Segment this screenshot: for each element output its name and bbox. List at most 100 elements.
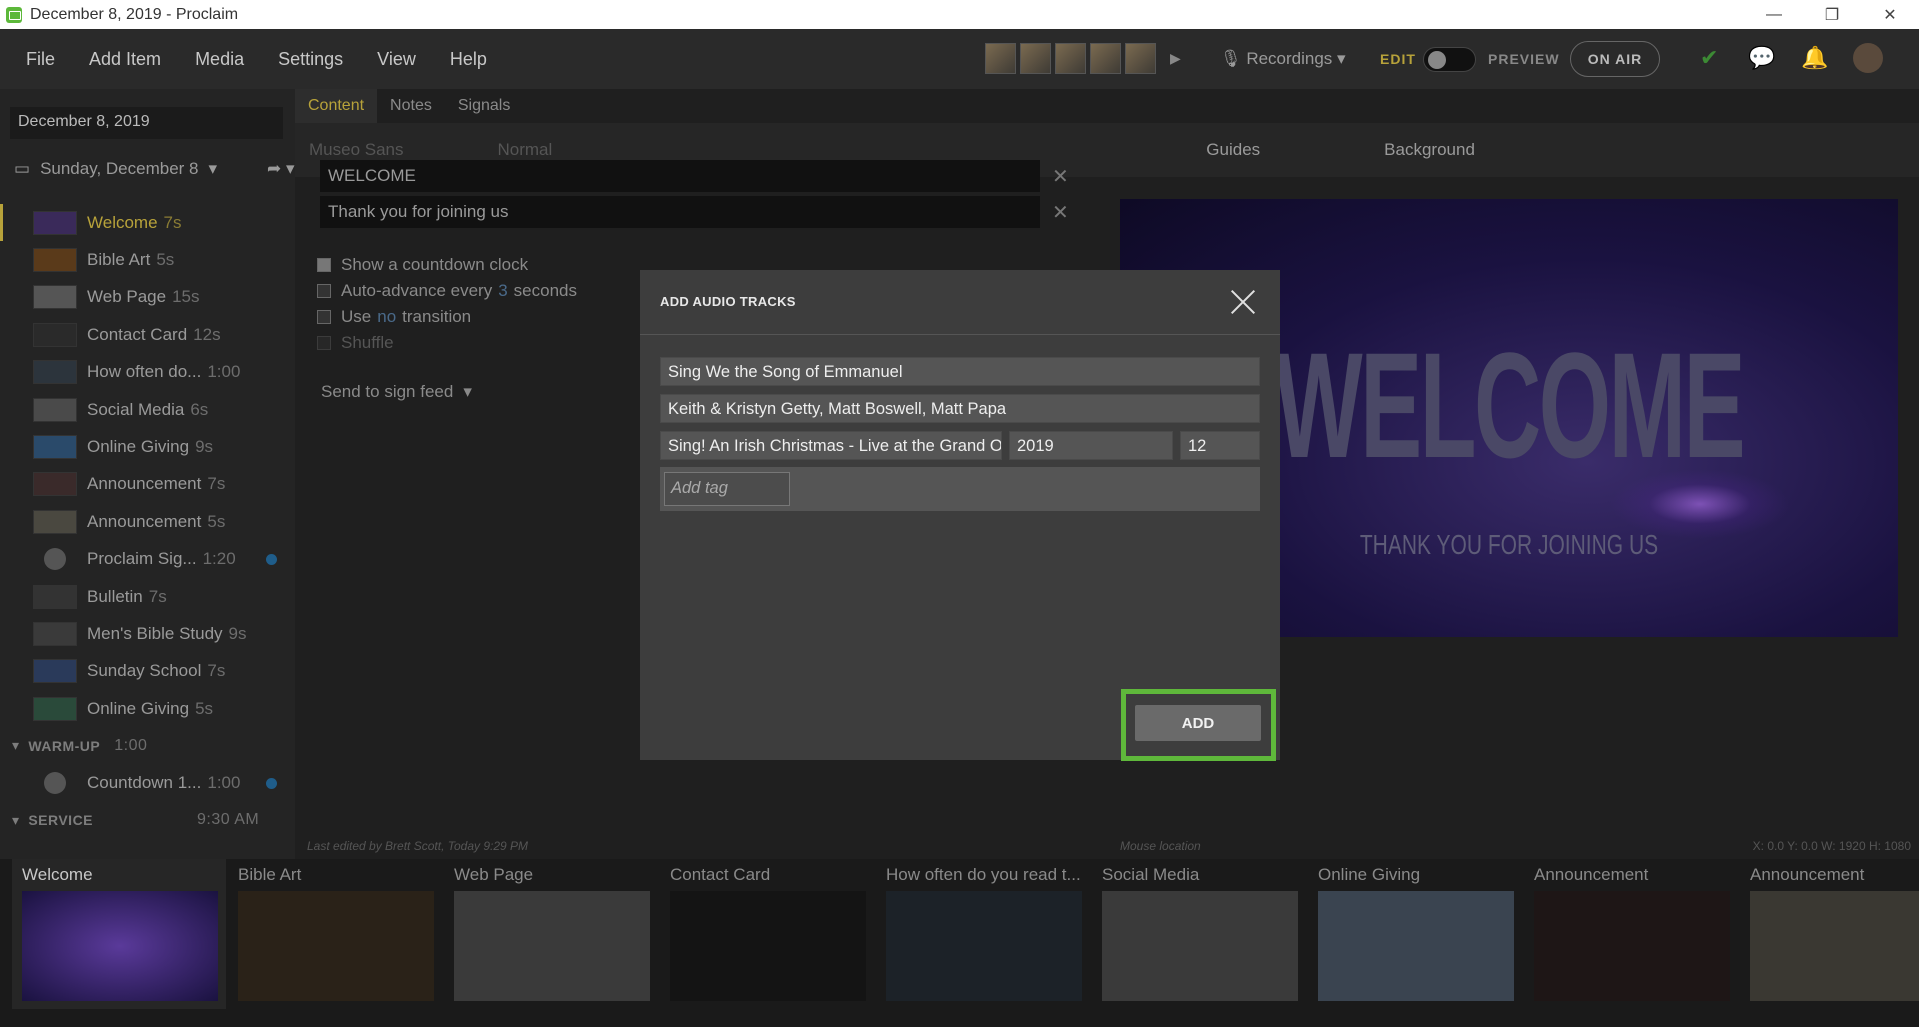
auto-advance-option[interactable]: Auto-advance every 3 seconds — [317, 281, 577, 301]
strip-slide[interactable]: Online Giving — [1308, 859, 1522, 1009]
item-duration: 12s — [193, 324, 221, 344]
menu-add-item[interactable]: Add Item — [72, 49, 178, 70]
list-item[interactable]: Announcement 5s — [0, 503, 295, 540]
menu-file[interactable]: File — [0, 49, 72, 70]
shuffle-option[interactable]: Shuffle — [317, 333, 394, 353]
font-family-select[interactable]: Museo Sans — [309, 140, 404, 160]
item-thumbnail — [33, 621, 77, 646]
strip-slide[interactable]: Welcome — [12, 859, 226, 1009]
menu-view[interactable]: View — [360, 49, 433, 70]
tab-notes[interactable]: Notes — [377, 89, 445, 123]
avatar[interactable] — [1055, 43, 1086, 74]
bell-icon[interactable]: 🔔 — [1801, 45, 1828, 71]
strip-slide-label: Announcement — [1534, 865, 1649, 884]
service-day-selector[interactable]: ▭ Sunday, December 8 ▾ ➦ ▾ — [14, 159, 295, 179]
menu-help[interactable]: Help — [433, 49, 504, 70]
item-duration: 15s — [172, 287, 200, 307]
recordings-menu[interactable]: 🎙 Recordings ▾ — [1220, 49, 1346, 69]
play-icon[interactable]: ▶ — [1170, 43, 1181, 74]
text-field-title[interactable]: WELCOME — [320, 160, 1040, 192]
strip-slide[interactable]: Social Media — [1092, 859, 1306, 1009]
clear-icon[interactable]: ✕ — [1052, 200, 1069, 225]
avatar[interactable] — [1090, 43, 1121, 74]
strip-slide-label: Welcome — [22, 865, 93, 884]
font-style-select[interactable]: Normal — [498, 140, 553, 160]
avatar[interactable] — [985, 43, 1016, 74]
list-item[interactable]: Online Giving 5s — [0, 690, 295, 727]
track-title-field[interactable]: Sing We the Song of Emmanuel — [660, 357, 1260, 386]
auto-advance-checkbox[interactable] — [317, 284, 331, 298]
album-field[interactable]: Sing! An Irish Christmas - Live at the G… — [660, 431, 1002, 460]
tab-signals[interactable]: Signals — [445, 89, 523, 123]
close-icon[interactable] — [1228, 286, 1258, 316]
artists-field[interactable]: Keith & Kristyn Getty, Matt Boswell, Mat… — [660, 394, 1260, 423]
check-circle-icon[interactable]: ✔ — [1700, 45, 1718, 71]
restore-icon[interactable]: ❐ — [1803, 0, 1861, 29]
clear-icon[interactable]: ✕ — [1052, 164, 1069, 189]
user-avatar[interactable] — [1853, 43, 1883, 73]
list-item[interactable]: How often do... 1:00 — [0, 354, 295, 391]
transition-select[interactable]: no — [377, 307, 396, 327]
strip-slide[interactable]: Announcement — [1524, 859, 1738, 1009]
strip-slide[interactable]: How often do you read t... — [876, 859, 1090, 1009]
list-item[interactable]: Contact Card 12s — [0, 316, 295, 353]
list-item[interactable]: Bible Art 5s — [0, 241, 295, 278]
list-item[interactable]: Proclaim Sig... 1:20 — [0, 541, 295, 578]
slide-strip: Welcome Bible Art Web Page Contact Card … — [0, 859, 1919, 1027]
avatar[interactable] — [1020, 43, 1051, 74]
countdown-option[interactable]: Show a countdown clock — [317, 255, 528, 275]
add-tag-input[interactable]: Add tag — [664, 472, 790, 506]
add-button[interactable]: ADD — [1135, 705, 1261, 741]
menu-media[interactable]: Media — [178, 49, 261, 70]
close-window-icon[interactable]: ✕ — [1861, 0, 1919, 29]
year-field[interactable]: 2019 — [1009, 431, 1173, 460]
play-circle-icon — [44, 772, 66, 795]
text-field-subtitle[interactable]: Thank you for joining us — [320, 196, 1040, 228]
service-section-header[interactable]: ▾ SERVICE 9:30 AM — [0, 802, 295, 839]
share-icon[interactable]: ➦ ▾ — [267, 159, 295, 179]
service-date-field[interactable]: December 8, 2019 — [10, 107, 283, 139]
avatar[interactable] — [1125, 43, 1156, 74]
item-title: Sunday School — [87, 661, 202, 681]
on-air-button[interactable]: ON AIR — [1570, 41, 1660, 77]
strip-thumbnail — [670, 891, 866, 1001]
track-number-field[interactable]: 12 — [1180, 431, 1260, 460]
menu-settings[interactable]: Settings — [261, 49, 360, 70]
minimize-icon[interactable]: — — [1745, 0, 1803, 29]
list-item[interactable]: Announcement 7s — [0, 466, 295, 503]
send-sign-feed[interactable]: Send to sign feed ▾ — [321, 382, 472, 402]
list-item[interactable]: Men's Bible Study 9s — [0, 615, 295, 652]
list-item[interactable]: Bulletin 7s — [0, 578, 295, 615]
canvas-coords: X: 0.0 Y: 0.0 W: 1920 H: 1080 — [1752, 839, 1911, 853]
list-item[interactable]: Welcome 7s — [0, 204, 295, 242]
chat-icon[interactable]: 💬 — [1748, 45, 1775, 71]
auto-advance-suffix: seconds — [513, 281, 577, 300]
strip-slide-label: How often do you read t... — [886, 865, 1081, 884]
countdown-checkbox[interactable] — [317, 258, 331, 272]
title-bar: December 8, 2019 - Proclaim — ❐ ✕ — [0, 0, 1919, 29]
edit-preview-toggle[interactable] — [1423, 47, 1476, 72]
tab-content[interactable]: Content — [295, 89, 378, 123]
service-items-panel: December 8, 2019 ▭ Sunday, December 8 ▾ … — [0, 89, 295, 859]
auto-advance-seconds[interactable]: 3 — [498, 281, 507, 301]
background-menu[interactable]: Background — [1384, 140, 1475, 160]
strip-slide[interactable]: Contact Card — [660, 859, 874, 1009]
mouse-location-label: Mouse location — [1120, 839, 1201, 853]
list-item[interactable]: Countdown 1... 1:00 — [0, 764, 295, 801]
strip-slide[interactable]: Bible Art — [228, 859, 442, 1009]
transition-checkbox[interactable] — [317, 310, 331, 324]
shuffle-checkbox[interactable] — [317, 336, 331, 350]
guides-menu[interactable]: Guides — [1206, 140, 1260, 160]
list-item[interactable]: Social Media 6s — [0, 391, 295, 428]
item-title: Web Page — [87, 287, 167, 307]
transition-option[interactable]: Use no transition — [317, 307, 471, 327]
item-duration: 5s — [207, 511, 226, 531]
warmup-section-header[interactable]: ▾ WARM-UP 1:00 — [0, 727, 295, 764]
item-title: How often do... — [87, 362, 202, 382]
list-item[interactable]: Sunday School 7s — [0, 653, 295, 690]
strip-slide[interactable]: Announcement — [1740, 859, 1919, 1009]
list-item[interactable]: Online Giving 9s — [0, 428, 295, 465]
strip-slide[interactable]: Web Page — [444, 859, 658, 1009]
window-title: December 8, 2019 - Proclaim — [30, 5, 239, 23]
list-item[interactable]: Web Page 15s — [0, 279, 295, 316]
